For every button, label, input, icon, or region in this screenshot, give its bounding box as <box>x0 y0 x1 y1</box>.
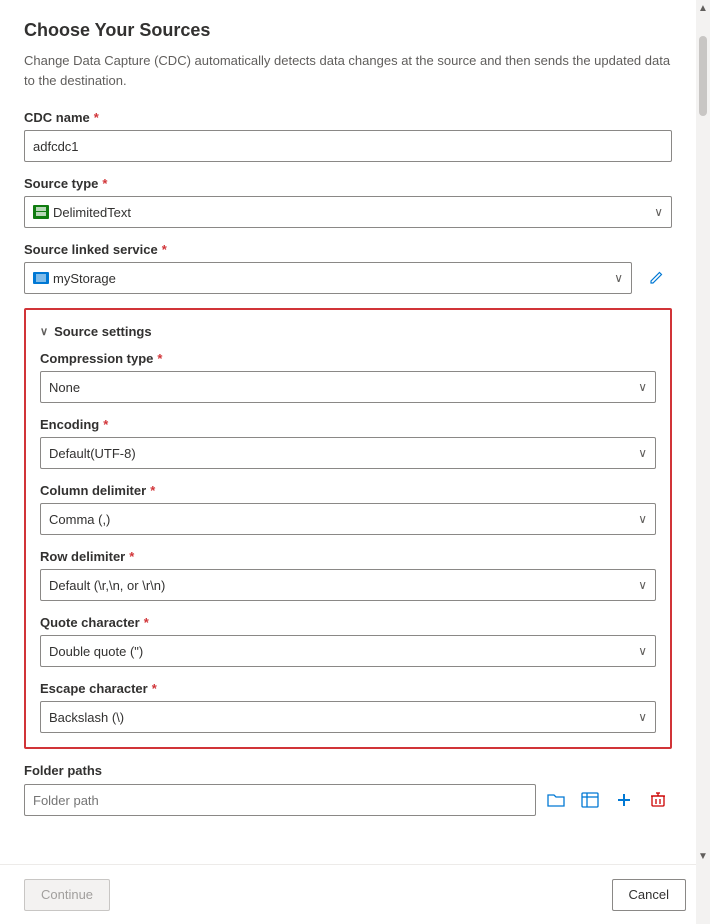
required-star: * <box>94 110 99 125</box>
dataset-button[interactable] <box>576 786 604 814</box>
folder-paths-label: Folder paths <box>24 763 672 778</box>
source-type-dropdown[interactable]: DelimitedText ∨ <box>24 196 672 228</box>
encoding-label: Encoding* <box>40 417 656 432</box>
folder-path-input[interactable] <box>24 784 536 816</box>
column-delimiter-group: Column delimiter* Comma (,) ∨ <box>40 483 656 535</box>
required-star-enc: * <box>103 417 108 432</box>
compression-type-label: Compression type* <box>40 351 656 366</box>
column-delimiter-dropdown[interactable]: Comma (,) ∨ <box>40 503 656 535</box>
scroll-down-arrow[interactable]: ▼ <box>696 848 710 864</box>
cdc-name-input[interactable] <box>24 130 672 162</box>
scrollbar-thumb[interactable] <box>699 36 707 116</box>
escape-character-dropdown[interactable]: Backslash (\) ∨ <box>40 701 656 733</box>
footer-left: Continue <box>24 879 110 911</box>
encoding-dropdown-wrapper: Default(UTF-8) ∨ <box>40 437 656 469</box>
folder-input-row <box>24 784 672 816</box>
compression-type-dropdown[interactable]: None ∨ <box>40 371 656 403</box>
source-type-dropdown-wrapper: DelimitedText ∨ <box>24 196 672 228</box>
escape-character-value: Backslash (\) <box>49 710 124 725</box>
service-icon-row: myStorage <box>33 271 116 286</box>
escape-character-label: Escape character* <box>40 681 656 696</box>
quote-character-dropdown-wrapper: Double quote (") ∨ <box>40 635 656 667</box>
encoding-group: Encoding* Default(UTF-8) ∨ <box>40 417 656 469</box>
required-star-col: * <box>150 483 155 498</box>
page-title: Choose Your Sources <box>24 20 672 41</box>
column-delimiter-chevron: ∨ <box>638 512 647 526</box>
settings-toggle-chevron: ∨ <box>40 325 48 338</box>
quote-character-group: Quote character* Double quote (") ∨ <box>40 615 656 667</box>
row-delimiter-chevron: ∨ <box>638 578 647 592</box>
encoding-dropdown[interactable]: Default(UTF-8) ∨ <box>40 437 656 469</box>
required-star-3: * <box>162 242 167 257</box>
required-star-2: * <box>102 176 107 191</box>
source-settings-toggle[interactable]: ∨ Source settings <box>40 324 656 339</box>
source-linked-service-dropdown[interactable]: myStorage ∨ <box>24 262 632 294</box>
page-container: ▲ Choose Your Sources Change Data Captur… <box>0 0 710 924</box>
source-linked-service-group: Source linked service* myStorage ∨ <box>24 242 672 294</box>
source-settings-box: ∨ Source settings Compression type* None… <box>24 308 672 749</box>
required-star-quote: * <box>144 615 149 630</box>
storage-icon <box>33 272 49 284</box>
compression-type-group: Compression type* None ∨ <box>40 351 656 403</box>
escape-character-dropdown-wrapper: Backslash (\) ∨ <box>40 701 656 733</box>
scrollbar[interactable]: ▲ <box>696 0 710 924</box>
footer-area: Continue Cancel <box>0 864 710 924</box>
required-star-comp: * <box>157 351 162 366</box>
scroll-up-arrow[interactable]: ▲ <box>696 0 710 16</box>
source-type-chevron: ∨ <box>654 205 663 219</box>
source-type-icon-row: DelimitedText <box>33 205 131 220</box>
page-description: Change Data Capture (CDC) automatically … <box>24 51 672 90</box>
compression-type-dropdown-wrapper: None ∨ <box>40 371 656 403</box>
column-delimiter-label: Column delimiter* <box>40 483 656 498</box>
folder-paths-section: Folder paths <box>24 763 672 816</box>
escape-character-group: Escape character* Backslash (\) ∨ <box>40 681 656 733</box>
column-delimiter-dropdown-wrapper: Comma (,) ∨ <box>40 503 656 535</box>
delimited-icon <box>33 205 49 219</box>
delete-folder-button[interactable] <box>644 786 672 814</box>
cdc-name-group: CDC name* <box>24 110 672 162</box>
edit-service-button[interactable] <box>640 262 672 294</box>
source-type-label: Source type* <box>24 176 672 191</box>
service-chevron: ∨ <box>614 271 623 285</box>
row-delimiter-label: Row delimiter* <box>40 549 656 564</box>
source-type-group: Source type* DelimitedText ∨ <box>24 176 672 228</box>
required-star-row: * <box>129 549 134 564</box>
browse-folder-button[interactable] <box>542 786 570 814</box>
compression-chevron: ∨ <box>638 380 647 394</box>
source-linked-service-label: Source linked service* <box>24 242 672 257</box>
quote-character-dropdown[interactable]: Double quote (") ∨ <box>40 635 656 667</box>
cdc-name-label: CDC name* <box>24 110 672 125</box>
row-delimiter-dropdown[interactable]: Default (\r,\n, or \r\n) ∨ <box>40 569 656 601</box>
row-delimiter-value: Default (\r,\n, or \r\n) <box>49 578 165 593</box>
cancel-button[interactable]: Cancel <box>612 879 686 911</box>
row-delimiter-dropdown-wrapper: Default (\r,\n, or \r\n) ∨ <box>40 569 656 601</box>
service-dropdown-wrapper: myStorage ∨ <box>24 262 632 294</box>
quote-character-value: Double quote (") <box>49 644 143 659</box>
quote-character-chevron: ∨ <box>638 644 647 658</box>
row-delimiter-group: Row delimiter* Default (\r,\n, or \r\n) … <box>40 549 656 601</box>
continue-button[interactable]: Continue <box>24 879 110 911</box>
content-area: Choose Your Sources Change Data Capture … <box>0 0 696 864</box>
encoding-chevron: ∨ <box>638 446 647 460</box>
service-row: myStorage ∨ <box>24 262 672 294</box>
required-star-esc: * <box>152 681 157 696</box>
add-folder-button[interactable] <box>610 786 638 814</box>
quote-character-label: Quote character* <box>40 615 656 630</box>
escape-character-chevron: ∨ <box>638 710 647 724</box>
